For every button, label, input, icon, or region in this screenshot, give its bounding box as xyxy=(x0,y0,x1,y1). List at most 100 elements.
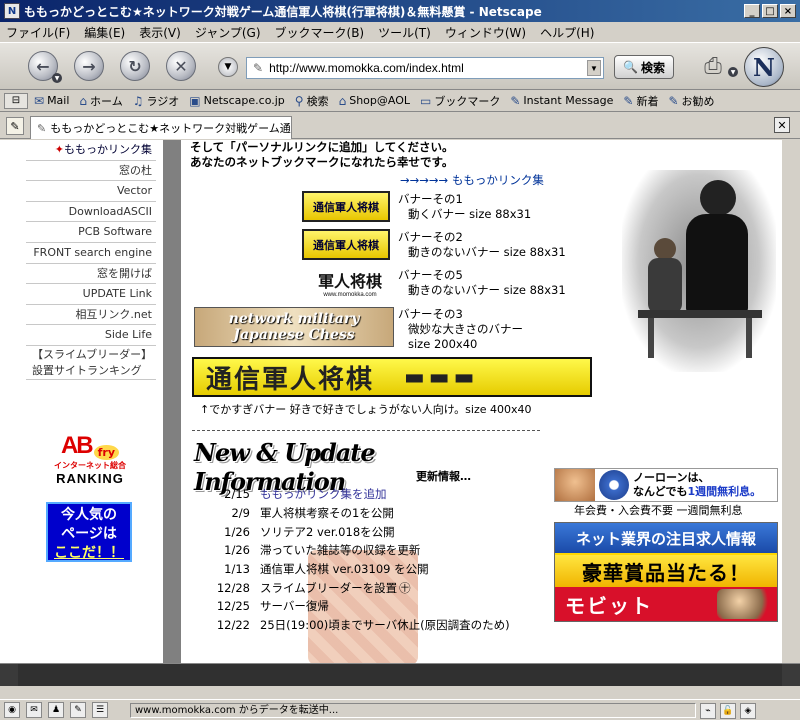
tab-bookmark-icon[interactable]: ✎ xyxy=(6,117,24,135)
close-tab-button[interactable]: ✕ xyxy=(774,117,790,133)
slime-icon: ㊉ xyxy=(399,580,411,595)
security-lock-icon[interactable]: 🔓 xyxy=(720,703,736,719)
netscape-logo[interactable]: N xyxy=(744,47,784,87)
personal-toolbar: ⊟ ✉ Mail ⌂ ホーム ♫ ラジオ ▣ Netscape.co.jp ⚲ 検索 ⌂ S… xyxy=(0,90,800,112)
personal-item-shop[interactable]: ⌂ Shop@AOL xyxy=(339,94,410,108)
forward-icon: → xyxy=(82,56,96,76)
reload-button[interactable]: ↻ xyxy=(120,51,150,81)
status-text: www.momokka.com からデータを転送中... xyxy=(130,703,696,718)
minimize-button[interactable]: _ xyxy=(744,4,760,18)
abfry-ranking-banner[interactable]: AB fry インターネット総合 RANKING xyxy=(54,432,126,496)
menu-tools[interactable]: ツール(T) xyxy=(378,24,431,41)
netscape-app-icon: N xyxy=(4,3,20,19)
sidebar-item-pcb-software[interactable]: PCB Software xyxy=(26,222,156,243)
personal-item-home[interactable]: ⌂ ホーム xyxy=(79,93,122,109)
list-item: 1/13 通信軍人将棋 ver.03109 を公開 xyxy=(224,562,429,577)
sidebar-item-mado-wo-hirakeba[interactable]: 窓を開けば xyxy=(26,264,156,285)
menu-edit[interactable]: 編集(E) xyxy=(84,24,125,41)
menu-go[interactable]: ジャンプ(G) xyxy=(195,24,261,41)
sidebar-item-downloadascii[interactable]: DownloadASCII xyxy=(26,202,156,223)
sidebar-item-madonomori[interactable]: 窓の杜 xyxy=(26,161,156,182)
tab-bar: ✎ ✎ ももっかどっとこむ★ネットワーク対戦ゲーム通... ✕ xyxy=(0,113,800,139)
personal-item-mail[interactable]: ✉ Mail xyxy=(34,94,69,108)
search-icon: 🔍 xyxy=(623,60,638,74)
tab-momokka[interactable]: ✎ ももっかどっとこむ★ネットワーク対戦ゲーム通... xyxy=(30,116,292,139)
sidebar-divider xyxy=(163,140,181,663)
banner-5-image[interactable]: 軍人将棋 www.momokka.com xyxy=(306,267,394,298)
search-button[interactable]: 🔍 検索 xyxy=(614,55,674,79)
online-status-icon[interactable]: ⌁ xyxy=(700,703,716,719)
close-window-button[interactable]: × xyxy=(780,4,796,18)
big-banner-image[interactable]: 通信軍人将棋 ▬▬▬ xyxy=(192,357,592,397)
address-book-icon[interactable]: ☰ xyxy=(92,702,108,718)
forward-button[interactable]: → xyxy=(74,51,104,81)
personal-item-new[interactable]: ✎ 新着 xyxy=(623,93,658,109)
home-icon: ⌂ xyxy=(79,93,88,108)
dashed-divider xyxy=(192,430,540,431)
navigator-icon[interactable]: ◉ xyxy=(4,702,20,718)
sidebar-item-side-life[interactable]: Side Life xyxy=(26,325,156,346)
print-dropdown[interactable]: ▼ xyxy=(728,67,738,77)
sidebar-item-sougo-link[interactable]: 相互リンク.net xyxy=(26,305,156,326)
noloan-ad-banner[interactable]: ノーローンは、 なんどでも1週間無利息。 xyxy=(554,468,778,502)
personal-item-instant-message[interactable]: ✎ Instant Message xyxy=(510,94,613,108)
menu-bar: ファイル(F) 編集(E) 表示(V) ジャンプ(G) ブックマーク(B) ツー… xyxy=(0,22,800,42)
menu-file[interactable]: ファイル(F) xyxy=(6,24,70,41)
window-title: ももっかどっとこむ★ネットワーク対戦ゲーム通信軍人将棋(行軍将棋)＆無料懸賞 -… xyxy=(24,4,542,19)
banner-3-label: バナーその3 微妙な大きさのバナー size 200x40 xyxy=(398,307,523,351)
ad-prize: 豪華賞品当たる！ xyxy=(555,555,777,587)
sidebar-item-vector[interactable]: Vector xyxy=(26,181,156,202)
animated-ad-banner[interactable]: ネット業界の注目求人情報 豪華賞品当たる！ モビット xyxy=(554,522,778,622)
shop-icon: ⌂ xyxy=(338,93,347,108)
bench-photo xyxy=(622,170,776,372)
personal-item-netscape[interactable]: ▣ Netscape.co.jp xyxy=(189,94,285,108)
personal-item-search[interactable]: ⚲ 検索 xyxy=(295,93,329,109)
url-dropdown[interactable]: ▼ xyxy=(587,60,601,76)
sidebar-item-front-search[interactable]: FRONT search engine xyxy=(26,243,156,264)
menu-view[interactable]: 表示(V) xyxy=(139,24,181,41)
stop-button[interactable]: ✕ xyxy=(166,51,196,81)
aim-icon[interactable]: ♟ xyxy=(48,702,64,718)
noloan-ad-caption[interactable]: 年会費・入会費不要 一週間無利息 xyxy=(574,502,743,518)
chevron-down-icon: ▼ xyxy=(224,62,232,72)
url-bar[interactable]: ✎ http://www.momokka.com/index.html ▼ xyxy=(246,57,604,79)
maximize-button[interactable]: □ xyxy=(762,4,778,18)
print-button[interactable]: ⎙ xyxy=(698,51,728,81)
personal-item-radio[interactable]: ♫ ラジオ xyxy=(133,93,180,109)
banner-1-image[interactable]: 通信軍人将棋 xyxy=(302,191,390,222)
personal-item-bookmarks[interactable]: ▭ ブックマーク xyxy=(420,93,500,109)
tab-title: ももっかどっとこむ★ネットワーク対戦ゲーム通... xyxy=(50,122,292,135)
ad-mobit: モビット xyxy=(555,587,777,621)
back-history-dropdown[interactable]: ▼ xyxy=(52,73,62,83)
sidebar-toggle-icon[interactable]: ◈ xyxy=(740,703,756,719)
banner-5-label: バナーその5 動きのないバナー size 88x31 xyxy=(398,268,566,297)
popular-page-banner[interactable]: 今人気の ページは ここだ！！ xyxy=(46,502,132,562)
menu-help[interactable]: ヘルプ(H) xyxy=(540,24,594,41)
banner-2-image[interactable]: 通信軍人将棋 xyxy=(302,229,390,260)
page-proxy-icon: ✎ xyxy=(253,61,264,75)
list-item: 2/15 ももっかリンク集を追加 xyxy=(224,487,387,502)
personal-item-recommend[interactable]: ✎ お勧め xyxy=(668,93,714,109)
menu-window[interactable]: ウィンドウ(W) xyxy=(445,24,526,41)
sidebar-item-momokka-links[interactable]: ✦ももっかリンク集 xyxy=(26,140,156,161)
menu-bookmarks[interactable]: ブックマーク(B) xyxy=(275,24,365,41)
sidebar-item-slime-ranking[interactable]: 【スライムブリーダー】設置サイトランキング xyxy=(26,346,156,380)
ad-eye-logo xyxy=(599,470,629,500)
url-history-button[interactable]: ▼ xyxy=(218,57,238,77)
ad-job-info: ネット業界の注目求人情報 xyxy=(555,523,777,555)
sidebar-item-update-link[interactable]: UPDATE Link xyxy=(26,284,156,305)
intro-line-1: そして「パーソナルリンクに追加」してください。 xyxy=(190,140,454,154)
list-item: 12/25 サーバー復帰 xyxy=(216,599,329,614)
search-icon: ⚲ xyxy=(294,93,304,108)
list-item: 2/9 軍人将棋考察その1を公開 xyxy=(231,506,394,521)
tank-icons: ▬▬▬ xyxy=(404,364,479,390)
toolbar-grip-icon[interactable]: ⊟ xyxy=(4,92,28,109)
headphones-icon: ♫ xyxy=(132,93,144,108)
banner-2-label: バナーその2 動きのないバナー size 88x31 xyxy=(398,230,566,259)
momokka-links-link[interactable]: →→→→→ ももっかリンク集 xyxy=(400,172,544,188)
banner-3-image[interactable]: network military Japanese Chess xyxy=(194,307,394,347)
composer-icon[interactable]: ✎ xyxy=(70,702,86,718)
mail-icon[interactable]: ✉ xyxy=(26,702,42,718)
bullet-icon: ✦ xyxy=(54,143,64,156)
search-label: 検索 xyxy=(640,60,665,75)
